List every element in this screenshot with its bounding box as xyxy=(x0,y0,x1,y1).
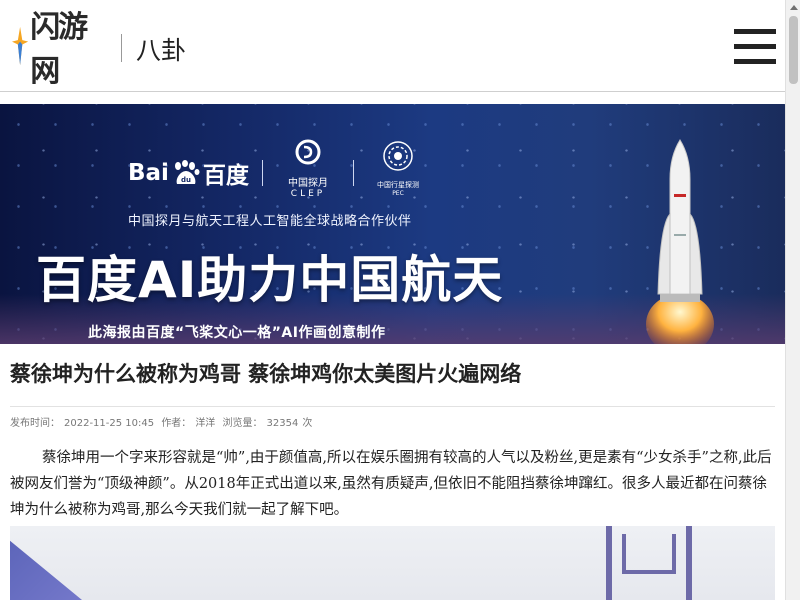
menu-icon[interactable] xyxy=(734,29,776,65)
svg-text:du: du xyxy=(181,176,191,184)
photo-shape-inner xyxy=(622,534,676,574)
photo-shape-left xyxy=(10,540,82,600)
ad-banner[interactable]: Bai du 百度 中国探月 CLEP 中国行星探测 PEC 中国探月与航天工程… xyxy=(0,104,785,344)
logo-divider xyxy=(262,160,263,186)
baidu-paw-icon: du xyxy=(174,160,200,184)
views-label: 浏览量： xyxy=(222,418,263,429)
author-name: 洋洋 xyxy=(195,418,216,429)
baidu-logo-text-latin: Bai xyxy=(128,160,169,186)
scroll-thumb[interactable] xyxy=(789,16,798,84)
pec-abbr: PEC xyxy=(392,190,404,197)
title-divider xyxy=(10,406,775,407)
publish-time: 2022-11-25 10:45 xyxy=(64,418,155,429)
pec-logo: 中国行星探测 PEC xyxy=(370,138,426,197)
pec-orbit-icon xyxy=(383,141,413,171)
star-logo-icon xyxy=(12,26,29,66)
article-image[interactable] xyxy=(10,526,775,600)
publish-label: 发布时间： xyxy=(10,418,60,429)
views-count: 32354 xyxy=(266,418,299,429)
banner-headline: 百度AI助力中国航天 xyxy=(36,251,504,309)
site-header: 闪游网 八卦 xyxy=(0,0,785,92)
rocket-illustration xyxy=(646,139,714,344)
page-scrollbar[interactable] xyxy=(785,0,800,600)
logo-divider-2 xyxy=(353,160,354,186)
article-title: 蔡徐坤为什么被称为鸡哥 蔡徐坤鸡你太美图片火遍网络 xyxy=(10,362,522,386)
banner-caption: 此海报由百度“飞桨文心一格”AI作画创意制作 xyxy=(88,325,386,341)
scroll-up-arrow-icon[interactable] xyxy=(786,0,800,15)
article-paragraph: 蔡徐坤用一个字来形容就是“帅”,由于颜值高,所以在娱乐圈拥有较高的人气以及粉丝,… xyxy=(10,450,772,518)
views-unit: 次 xyxy=(302,418,313,429)
baidu-logo: Bai du 百度 xyxy=(128,156,249,190)
pec-name: 中国行星探测 xyxy=(377,181,419,189)
logo-text: 闪游网 xyxy=(30,10,88,89)
baidu-logo-text-cn: 百度 xyxy=(202,163,249,189)
clep-moon-icon xyxy=(295,139,321,165)
channel-title[interactable]: 八卦 xyxy=(136,31,186,67)
author-label: 作者： xyxy=(161,418,192,429)
header-divider xyxy=(121,34,122,62)
clep-logo: 中国探月 CLEP xyxy=(278,138,338,199)
clep-name: 中国探月 xyxy=(288,178,328,189)
clep-abbr: CLEP xyxy=(290,189,326,199)
banner-partner-text: 中国探月与航天工程人工智能全球战略合作伙伴 xyxy=(128,214,412,229)
article-meta: 发布时间： 2022-11-25 10:45 作者： 洋洋 浏览量： 32354 次 xyxy=(10,414,316,429)
site-logo[interactable]: 闪游网 xyxy=(12,10,92,89)
